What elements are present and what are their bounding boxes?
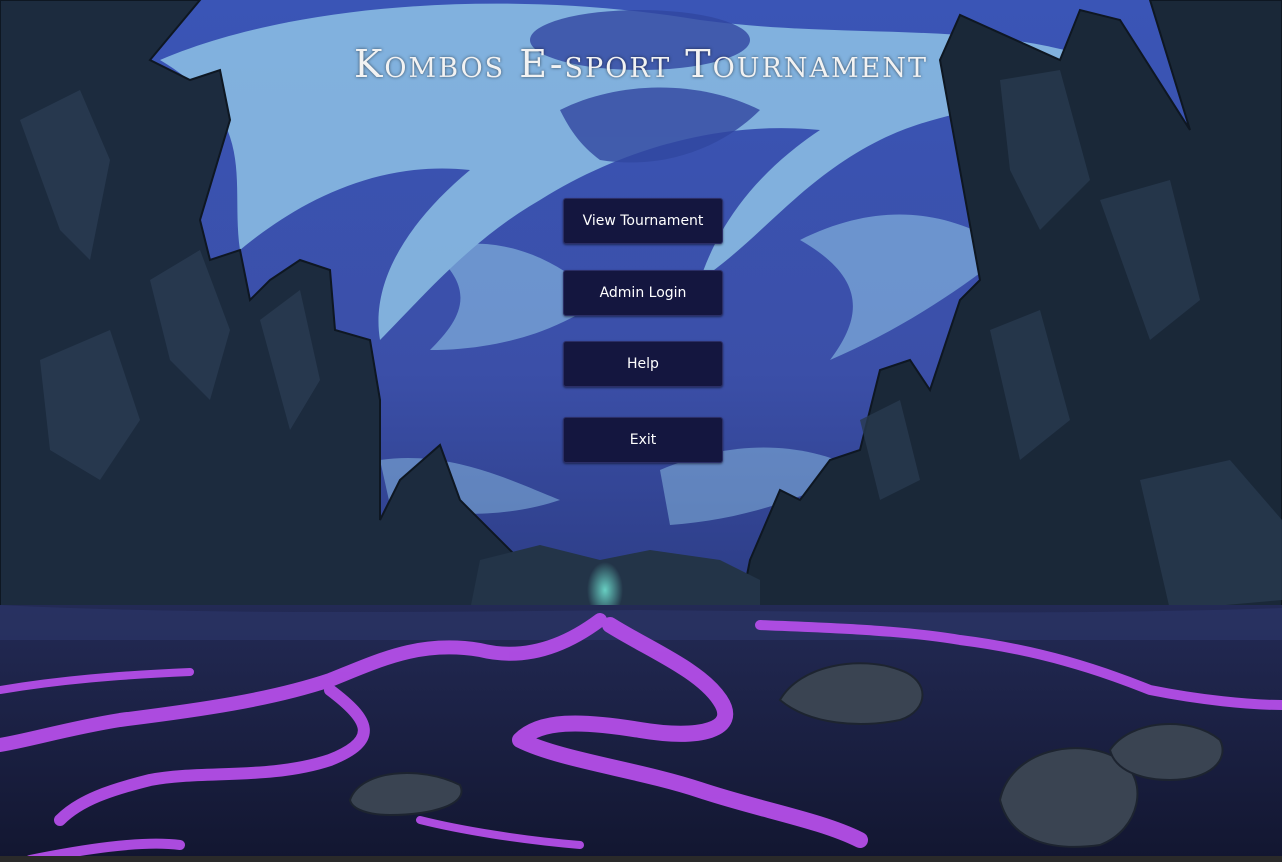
exit-button[interactable]: Exit bbox=[563, 417, 723, 463]
help-button[interactable]: Help bbox=[563, 341, 723, 387]
admin-login-button[interactable]: Admin Login bbox=[563, 270, 723, 316]
view-tournament-button[interactable]: View Tournament bbox=[563, 198, 723, 244]
app-title: Kombos E-sport Tournament bbox=[354, 42, 928, 86]
window-bottom-edge bbox=[0, 856, 1282, 862]
